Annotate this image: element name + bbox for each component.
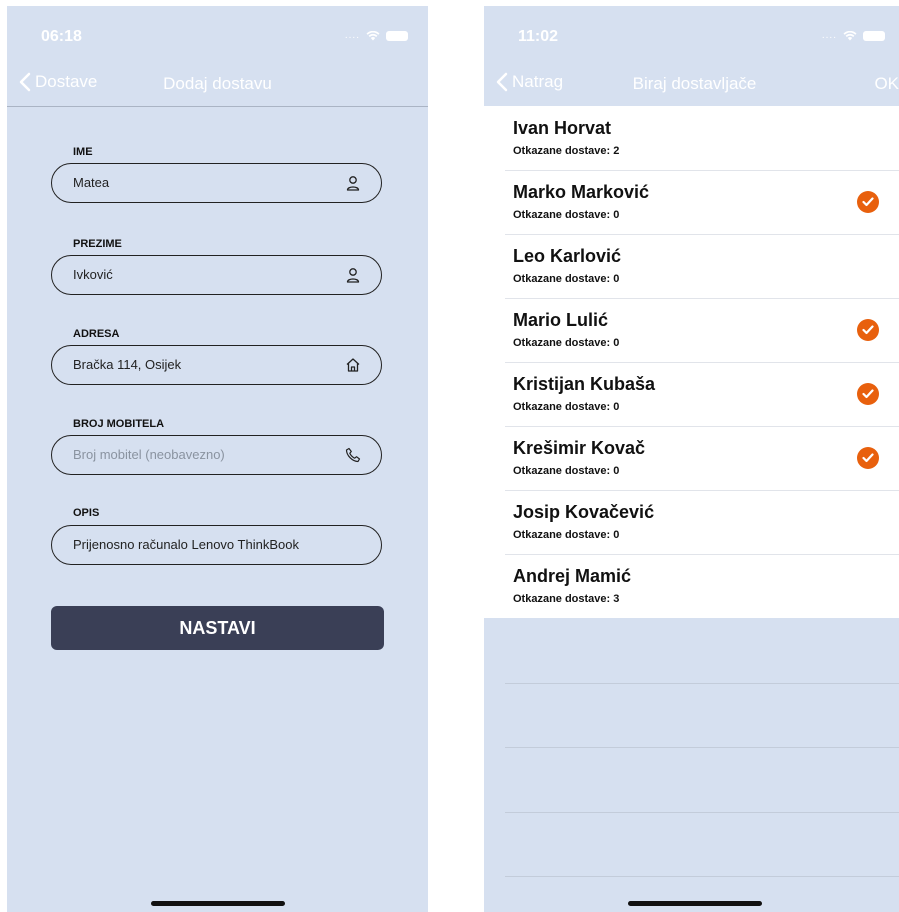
list-item[interactable]: Kristijan Kubaša Otkazane dostave: 0 bbox=[484, 362, 899, 426]
list-item[interactable]: Josip Kovačević Otkazane dostave: 0 bbox=[484, 490, 899, 554]
checkmark-icon bbox=[857, 447, 879, 469]
last-name-label: PREZIME bbox=[73, 238, 122, 250]
battery-icon bbox=[863, 30, 885, 41]
signal-dots-icon: .... bbox=[821, 30, 837, 41]
ok-button[interactable]: OK bbox=[874, 74, 899, 94]
courier-list: Ivan Horvat Otkazane dostave: 2 Marko Ma… bbox=[484, 106, 899, 618]
select-couriers-screen: 11:02 .... Natrag Biraj dostavljače OK I… bbox=[484, 6, 899, 912]
empty-row-divider bbox=[505, 876, 899, 877]
empty-row-divider bbox=[505, 747, 899, 748]
list-item[interactable]: Leo Karlović Otkazane dostave: 0 bbox=[484, 234, 899, 298]
list-item[interactable]: Krešimir Kovač Otkazane dostave: 0 bbox=[484, 426, 899, 490]
courier-cancellations: Otkazane dostave: 0 bbox=[513, 401, 620, 413]
checkmark-icon bbox=[857, 383, 879, 405]
courier-name: Krešimir Kovač bbox=[513, 438, 646, 458]
courier-name: Andrej Mamić bbox=[513, 566, 632, 586]
description-value: Prijenosno računalo Lenovo ThinkBook bbox=[73, 537, 299, 552]
courier-cancellations: Otkazane dostave: 0 bbox=[513, 209, 620, 221]
first-name-value: Matea bbox=[73, 175, 110, 190]
wifi-icon bbox=[366, 30, 380, 40]
list-item[interactable]: Marko Marković Otkazane dostave: 0 bbox=[484, 170, 899, 234]
status-bar: 06:18 .... bbox=[7, 6, 428, 66]
list-item[interactable]: Ivan Horvat Otkazane dostave: 2 bbox=[484, 106, 899, 170]
checkmark-icon bbox=[857, 319, 879, 341]
add-delivery-screen: 06:18 .... Dostave Dodaj dostavu IME Mat… bbox=[7, 6, 428, 912]
courier-cancellations: Otkazane dostave: 0 bbox=[513, 529, 620, 541]
page-title: Dodaj dostavu bbox=[163, 74, 272, 93]
last-name-field[interactable]: Ivković bbox=[51, 255, 382, 295]
phone-label: BROJ MOBITELA bbox=[73, 418, 165, 430]
phone-icon bbox=[345, 447, 361, 463]
home-icon bbox=[346, 358, 360, 372]
courier-name: Marko Marković bbox=[513, 182, 650, 202]
continue-button[interactable]: NASTAVI bbox=[51, 606, 384, 650]
person-icon bbox=[346, 176, 360, 191]
last-name-value: Ivković bbox=[73, 267, 113, 282]
checkmark-icon bbox=[857, 191, 879, 213]
home-indicator bbox=[627, 901, 762, 906]
courier-cancellations: Otkazane dostave: 0 bbox=[513, 465, 620, 477]
battery-icon bbox=[386, 30, 408, 41]
description-label: OPIS bbox=[73, 507, 100, 519]
address-label: ADRESA bbox=[73, 328, 120, 340]
list-item[interactable]: Andrej Mamić Otkazane dostave: 3 bbox=[484, 554, 899, 618]
courier-cancellations: Otkazane dostave: 3 bbox=[513, 593, 620, 605]
first-name-field[interactable]: Matea bbox=[51, 163, 382, 203]
person-icon bbox=[346, 268, 360, 283]
address-value: Bračka 114, Osijek bbox=[73, 357, 182, 372]
courier-cancellations: Otkazane dostave: 0 bbox=[513, 273, 620, 285]
address-field[interactable]: Bračka 114, Osijek bbox=[51, 345, 382, 385]
signal-dots-icon: .... bbox=[344, 30, 360, 41]
courier-cancellations: Otkazane dostave: 2 bbox=[513, 145, 620, 157]
courier-name: Leo Karlović bbox=[513, 246, 622, 266]
phone-field[interactable]: Broj mobitel (neobavezno) bbox=[51, 435, 382, 475]
nav-divider bbox=[7, 106, 428, 107]
first-name-label: IME bbox=[73, 146, 93, 158]
description-field[interactable]: Prijenosno računalo Lenovo ThinkBook bbox=[51, 525, 382, 565]
status-bar: 11:02 .... bbox=[484, 6, 899, 66]
nav-bar: Dostave Dodaj dostavu bbox=[7, 66, 428, 106]
phone-placeholder: Broj mobitel (neobavezno) bbox=[73, 447, 225, 462]
courier-cancellations: Otkazane dostave: 0 bbox=[513, 337, 620, 349]
courier-name: Kristijan Kubaša bbox=[513, 374, 656, 394]
wifi-icon bbox=[843, 30, 857, 40]
empty-row-divider bbox=[505, 683, 899, 684]
empty-row-divider bbox=[505, 812, 899, 813]
nav-bar: Natrag Biraj dostavljače OK bbox=[484, 66, 899, 106]
page-title: Biraj dostavljače bbox=[632, 74, 757, 93]
courier-name: Josip Kovačević bbox=[513, 502, 655, 522]
status-time: 06:18 bbox=[41, 28, 82, 45]
courier-name: Ivan Horvat bbox=[513, 118, 612, 138]
list-item[interactable]: Mario Lulić Otkazane dostave: 0 bbox=[484, 298, 899, 362]
status-time: 11:02 bbox=[518, 28, 559, 45]
courier-name: Mario Lulić bbox=[513, 310, 609, 330]
home-indicator bbox=[150, 901, 285, 906]
